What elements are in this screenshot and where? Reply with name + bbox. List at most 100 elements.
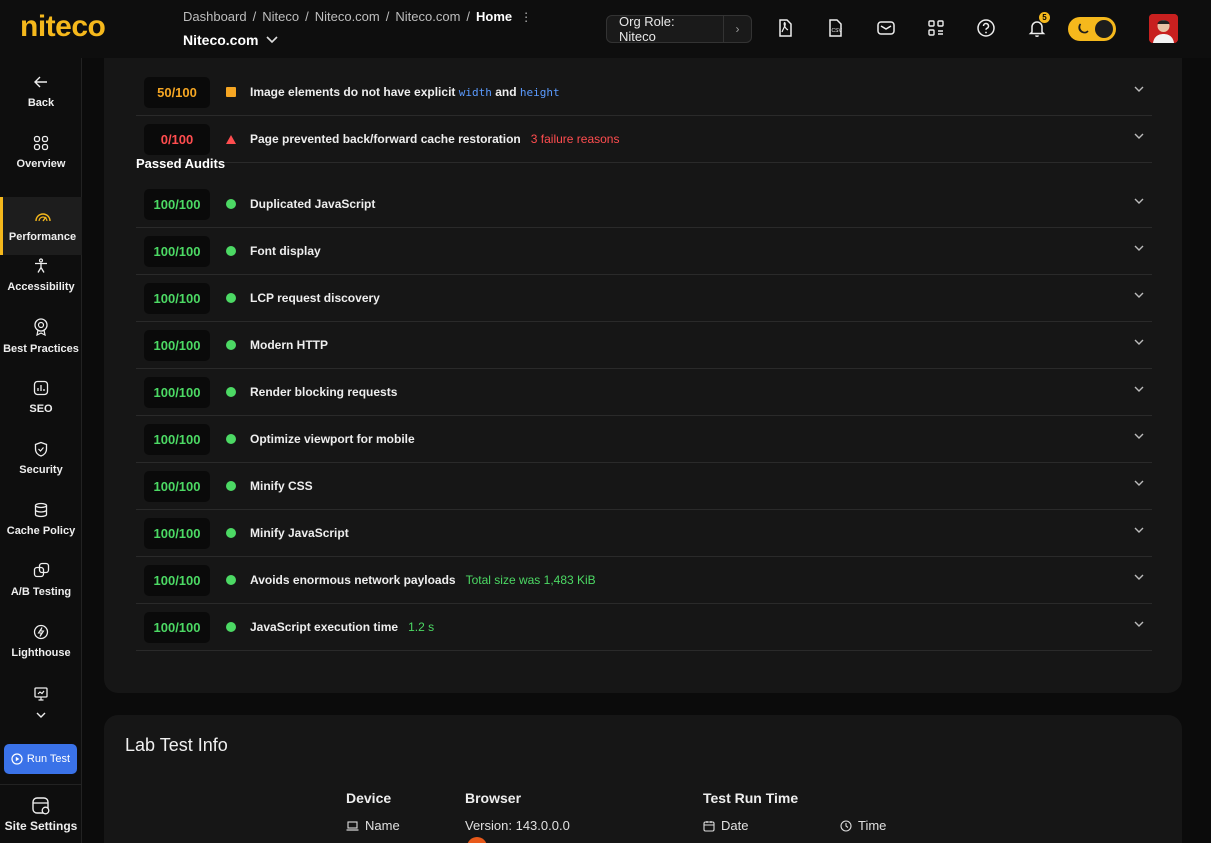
breadcrumb-separator: / [305, 9, 309, 24]
chevron-down-icon[interactable] [1134, 621, 1144, 627]
chevron-down-icon[interactable] [1134, 480, 1144, 486]
chevron-down-icon[interactable] [1134, 574, 1144, 580]
chevron-down-icon[interactable] [1134, 386, 1144, 392]
more-vertical-icon[interactable]: ⋮ [520, 10, 532, 24]
bar-chart-icon [33, 380, 49, 399]
audit-row[interactable]: 100/100 Optimize viewport for mobile [136, 416, 1152, 463]
pass-dot-icon [226, 340, 236, 350]
lab-test-title: Lab Test Info [125, 735, 228, 755]
accessibility-icon [33, 257, 49, 277]
audit-row[interactable]: 100/100 Modern HTTP [136, 322, 1152, 369]
audit-row[interactable]: 100/100 Avoids enormous network payloads T… [136, 557, 1152, 604]
apps-grid-icon[interactable] [925, 17, 947, 39]
audit-row[interactable]: 0/100 Page prevented back/forward cache … [136, 116, 1152, 163]
audit-score: 0/100 [144, 123, 210, 155]
run-date: Date [703, 818, 748, 833]
device-heading: Device [346, 790, 392, 806]
sidebar-item-ab-testing[interactable]: A/B Testing [0, 551, 82, 609]
code-width: width [458, 86, 492, 99]
sidebar-item-back[interactable]: Back [0, 62, 82, 120]
audits-card: 50/100 Image elements do not have explic… [104, 58, 1182, 693]
chevron-down-icon[interactable] [1134, 292, 1144, 298]
pass-dot-icon [226, 246, 236, 256]
audit-score: 100/100 [144, 470, 210, 502]
chevron-down-icon[interactable] [1134, 198, 1144, 204]
avatar[interactable] [1149, 14, 1178, 43]
browser-heading: Browser [465, 790, 522, 806]
audit-score: 50/100 [144, 76, 210, 108]
breadcrumb-item[interactable]: Niteco.com [315, 9, 380, 24]
sidebar-item-security[interactable]: Security [0, 429, 82, 487]
pass-dot-icon [226, 481, 236, 491]
audit-row[interactable]: 100/100 LCP request discovery [136, 275, 1152, 322]
fail-triangle-icon [226, 134, 236, 144]
sidebar: Back Overview Performance Accessibility … [0, 58, 82, 843]
org-role-button[interactable]: Org Role: Niteco › [606, 14, 752, 44]
run-time: Time [840, 818, 886, 833]
csv-export-icon[interactable]: CSV [824, 17, 846, 39]
breadcrumb-item[interactable]: Niteco.com [395, 9, 460, 24]
audit-title: Avoids enormous network payloads [250, 573, 456, 587]
toggle-knob [1095, 20, 1113, 38]
audit-score: 100/100 [144, 329, 210, 361]
site-settings-button[interactable]: Site Settings [0, 784, 82, 843]
sidebar-item-label: Back [27, 96, 55, 109]
sidebar-item-seo[interactable]: SEO [0, 368, 82, 426]
sidebar-item-accessibility[interactable]: Accessibility [0, 246, 82, 304]
audit-title: Font display [250, 244, 321, 258]
chevron-down-icon[interactable] [1134, 433, 1144, 439]
chevron-down-icon[interactable] [1134, 527, 1144, 533]
grid-icon [33, 135, 49, 154]
audit-detail: 3 failure reasons [530, 132, 620, 146]
audit-title: Render blocking requests [250, 385, 398, 399]
chevron-down-icon[interactable] [1134, 133, 1144, 139]
chevron-right-icon: › [723, 16, 751, 42]
audit-row[interactable]: 100/100 Font display [136, 228, 1152, 275]
audit-score: 100/100 [144, 188, 210, 220]
audit-score: 100/100 [144, 235, 210, 267]
chevron-down-icon[interactable] [1134, 339, 1144, 345]
pdf-export-icon[interactable] [774, 17, 796, 39]
sidebar-item-best-practices[interactable]: Best Practices [0, 307, 82, 365]
database-icon [33, 502, 49, 521]
browser-version: Version: 143.0.0.0 [465, 818, 570, 833]
audit-title: JavaScript execution time [250, 620, 399, 634]
audit-row[interactable]: 100/100 Minify JavaScript [136, 510, 1152, 557]
svg-text:CSV: CSV [832, 28, 843, 34]
breadcrumb-item[interactable]: Dashboard [183, 9, 247, 24]
ab-test-icon [33, 562, 50, 582]
pass-dot-icon [226, 575, 236, 585]
audit-row[interactable]: 100/100 Duplicated JavaScript [136, 181, 1152, 228]
audit-row[interactable]: 100/100 Render blocking requests [136, 369, 1152, 416]
pass-dot-icon [226, 622, 236, 632]
site-selector[interactable]: Niteco.com [183, 32, 279, 48]
mail-icon[interactable] [875, 17, 897, 39]
audit-title: LCP request discovery [250, 291, 380, 305]
chevron-down-icon[interactable] [1134, 86, 1144, 92]
run-test-button[interactable]: Run Test [4, 744, 77, 774]
audit-row[interactable]: 100/100 Minify CSS [136, 463, 1152, 510]
sidebar-item-label: Best Practices [3, 342, 79, 355]
audit-row[interactable]: 50/100 Image elements do not have explic… [136, 69, 1152, 116]
sidebar-more[interactable] [0, 678, 82, 728]
passed-audits-heading: Passed Audits [136, 156, 226, 171]
sidebar-item-lighthouse[interactable]: Lighthouse [0, 612, 82, 670]
breadcrumb-current: Home [476, 9, 513, 24]
play-icon [11, 753, 23, 765]
settings-icon [32, 796, 50, 814]
help-icon[interactable] [975, 17, 997, 39]
audit-score: 100/100 [144, 376, 210, 408]
breadcrumb: Dashboard / Niteco / Niteco.com / Niteco.com / H… [183, 9, 532, 24]
sidebar-item-overview[interactable]: Overview [0, 123, 82, 181]
app-logo[interactable]: niteco [20, 10, 106, 44]
run-test-label: Run Test [26, 753, 71, 765]
pass-dot-icon [226, 528, 236, 538]
pass-dot-icon [226, 199, 236, 209]
org-role-label: Org Role: Niteco [619, 14, 675, 44]
audit-title: Modern HTTP [250, 338, 328, 352]
chevron-down-icon[interactable] [1134, 245, 1144, 251]
theme-toggle[interactable] [1068, 17, 1116, 41]
breadcrumb-item[interactable]: Niteco [262, 9, 299, 24]
sidebar-item-cache-policy[interactable]: Cache Policy [0, 490, 82, 548]
audit-row[interactable]: 100/100 JavaScript execution time 1.2 s [136, 604, 1152, 651]
